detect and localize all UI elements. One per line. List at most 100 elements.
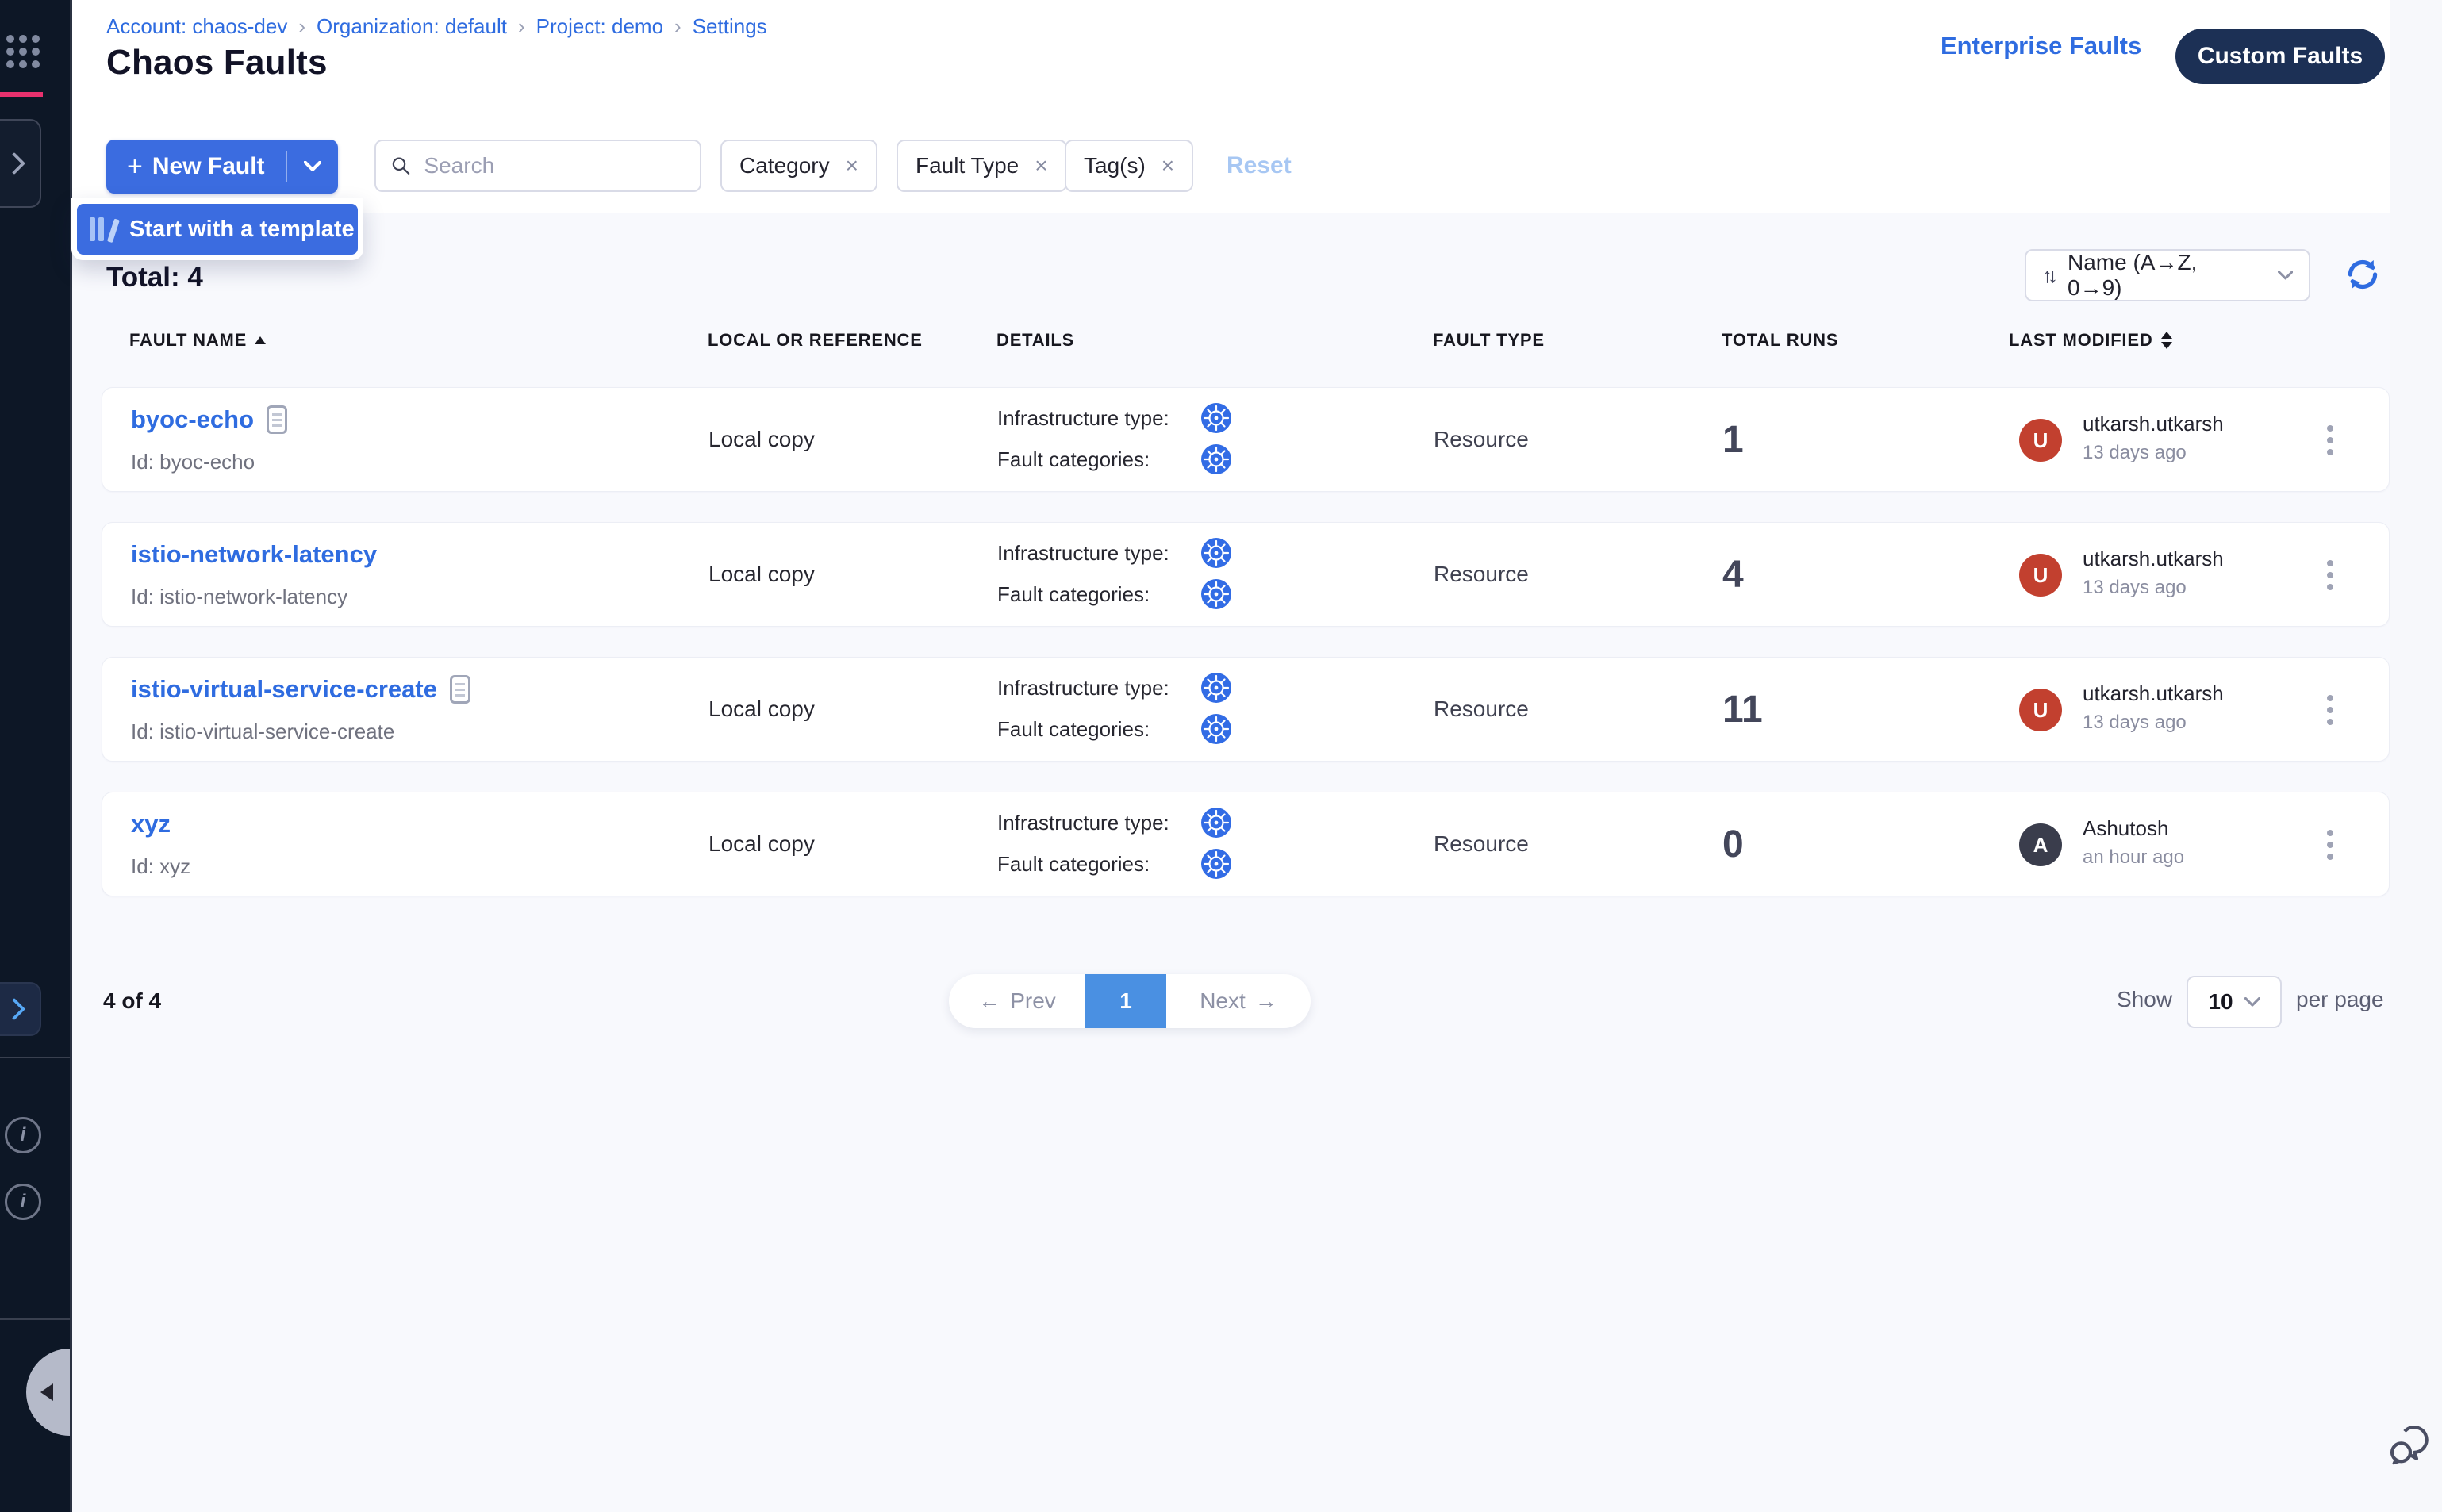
- avatar: U: [2019, 554, 2062, 597]
- sidebar-divider: [0, 1057, 70, 1058]
- refresh-icon[interactable]: [2344, 255, 2382, 294]
- app-launcher-icon[interactable]: [6, 35, 40, 68]
- fault-name-link[interactable]: xyz: [131, 810, 171, 839]
- main-canvas: Account: chaos-dev › Organization: default…: [70, 0, 2390, 1512]
- breadcrumb-separator: ›: [298, 14, 305, 39]
- infrastructure-type-label: Infrastructure type:: [997, 541, 1200, 566]
- fault-row[interactable]: xyz Id: xyz Local copy Infrastructure ty…: [102, 792, 2390, 896]
- fault-name-link[interactable]: istio-virtual-service-create: [131, 675, 437, 704]
- total-runs-value: 0: [1722, 792, 1744, 896]
- fault-type-value: Resource: [1434, 658, 1529, 761]
- fault-id: Id: istio-network-latency: [131, 585, 347, 609]
- new-fault-button[interactable]: + New Fault: [106, 140, 338, 194]
- sort-select[interactable]: ↑↓ Name (A→Z, 0→9): [2025, 249, 2310, 301]
- fault-row[interactable]: byoc-echo Id: byoc-echo Local copy Infra…: [102, 387, 2390, 492]
- breadcrumb-item[interactable]: Project: demo: [536, 14, 663, 39]
- next-page-button[interactable]: Next →: [1166, 974, 1311, 1028]
- info-icon[interactable]: i: [5, 1184, 41, 1220]
- fault-categories-label: Fault categories:: [997, 852, 1200, 877]
- sort-label: Name (A→Z, 0→9): [2068, 250, 2252, 301]
- breadcrumb-item[interactable]: Settings: [693, 14, 767, 39]
- chat-support-icon[interactable]: [2386, 1422, 2434, 1469]
- column-header-fault-name[interactable]: FAULT NAME: [129, 330, 266, 351]
- filter-chip-category[interactable]: Category ×: [720, 140, 877, 192]
- breadcrumb-separator: ›: [674, 14, 682, 39]
- close-icon[interactable]: ×: [1161, 153, 1174, 178]
- reset-filters-link[interactable]: Reset: [1227, 152, 1292, 179]
- expand-nav-button-bottom[interactable]: [0, 982, 41, 1036]
- pagination: ← Prev 1 Next →: [949, 974, 1311, 1028]
- search-box[interactable]: [374, 140, 701, 192]
- chevron-down-icon: [2278, 271, 2293, 281]
- close-icon[interactable]: ×: [846, 153, 858, 178]
- menu-item-start-with-template[interactable]: Start with a template: [77, 204, 358, 255]
- new-fault-dropdown-toggle[interactable]: [287, 140, 338, 194]
- triangle-left-icon: [40, 1383, 53, 1401]
- modified-time: 13 days ago: [2083, 712, 2187, 734]
- custom-faults-button[interactable]: Custom Faults: [2175, 29, 2385, 84]
- filter-chip-fault-type[interactable]: Fault Type ×: [897, 140, 1067, 192]
- sort-updown-icon: ↑↓: [2042, 263, 2053, 288]
- fault-row[interactable]: istio-network-latency Id: istio-network-…: [102, 522, 2390, 627]
- new-fault-label: New Fault: [152, 153, 265, 180]
- chevron-down-icon: [304, 161, 321, 172]
- pagination-count: 4 of 4: [103, 988, 161, 1014]
- local-or-reference-value: Local copy: [708, 792, 815, 896]
- details-block: Infrastructure type: Fault categories:: [997, 672, 1232, 745]
- row-menu-button[interactable]: [2314, 824, 2346, 865]
- fault-categories-label: Fault categories:: [997, 447, 1200, 472]
- fault-type-value: Resource: [1434, 523, 1529, 626]
- fault-categories-label: Fault categories:: [997, 717, 1200, 742]
- sort-asc-icon: [255, 336, 266, 344]
- page-size-select[interactable]: 10: [2187, 976, 2282, 1028]
- page-title: Chaos Faults: [106, 43, 328, 83]
- breadcrumb-item[interactable]: Account: chaos-dev: [106, 14, 287, 39]
- prev-page-button[interactable]: ← Prev: [949, 974, 1085, 1028]
- chevron-down-icon: [2244, 997, 2260, 1007]
- total-runs-value: 11: [1722, 658, 1763, 761]
- details-block: Infrastructure type: Fault categories:: [997, 807, 1232, 880]
- search-input[interactable]: [422, 152, 685, 179]
- row-menu-button[interactable]: [2314, 689, 2346, 731]
- app-sidebar: i i: [0, 0, 72, 1512]
- fault-type-value: Resource: [1434, 388, 1529, 491]
- breadcrumb-item[interactable]: Organization: default: [317, 14, 507, 39]
- chevron-right-icon: [3, 152, 25, 175]
- breadcrumb-separator: ›: [518, 14, 525, 39]
- fault-row[interactable]: istio-virtual-service-create Id: istio-v…: [102, 657, 2390, 762]
- new-fault-dropdown-menu: Start with a template: [71, 198, 363, 260]
- column-header-last-modified[interactable]: LAST MODIFIED: [2009, 330, 2172, 351]
- filter-chip-tags[interactable]: Tag(s) ×: [1065, 140, 1193, 192]
- expand-nav-button-top[interactable]: [0, 119, 41, 208]
- enterprise-faults-link[interactable]: Enterprise Faults: [1941, 32, 2141, 60]
- page-header: Account: chaos-dev › Organization: default…: [70, 0, 2390, 213]
- avatar: U: [2019, 689, 2062, 731]
- brand-accent-line: [0, 92, 43, 97]
- column-header-local-or-reference: LOCAL OR REFERENCE: [708, 330, 923, 351]
- row-menu-button[interactable]: [2314, 555, 2346, 596]
- breadcrumb: Account: chaos-dev › Organization: default…: [106, 14, 767, 39]
- infrastructure-type-label: Infrastructure type:: [997, 406, 1200, 431]
- row-menu-button[interactable]: [2314, 420, 2346, 461]
- details-block: Infrastructure type: Fault categories:: [997, 402, 1232, 475]
- close-icon[interactable]: ×: [1035, 153, 1047, 178]
- kubernetes-icon: [1200, 807, 1232, 839]
- right-edge-strip: [2390, 0, 2442, 1512]
- per-page-label: per page: [2296, 987, 2384, 1012]
- info-icon[interactable]: i: [5, 1117, 41, 1153]
- modified-by: Ashutosh: [2083, 816, 2168, 841]
- kubernetes-icon: [1200, 578, 1232, 610]
- column-header-details: DETAILS: [996, 330, 1074, 351]
- current-page-button[interactable]: 1: [1085, 974, 1166, 1028]
- avatar: A: [2019, 823, 2062, 866]
- fault-id: Id: xyz: [131, 854, 190, 879]
- fault-categories-label: Fault categories:: [997, 582, 1200, 607]
- modified-by: utkarsh.utkarsh: [2083, 412, 2224, 436]
- fault-name-link[interactable]: istio-network-latency: [131, 540, 377, 569]
- total-count-label: Total: 4: [106, 262, 203, 294]
- infrastructure-type-label: Infrastructure type:: [997, 676, 1200, 700]
- modified-time: 13 days ago: [2083, 577, 2187, 599]
- modified-time: 13 days ago: [2083, 442, 2187, 464]
- fault-name-link[interactable]: byoc-echo: [131, 405, 254, 434]
- column-header-fault-type: FAULT TYPE: [1433, 330, 1545, 351]
